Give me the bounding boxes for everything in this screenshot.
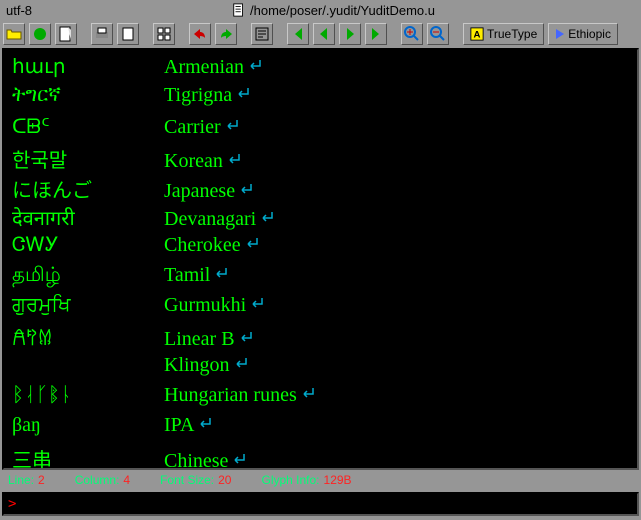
page-button[interactable] [117,23,139,45]
font-mode-label: TrueType [487,27,537,41]
native-script-cell: βaŋ [12,414,164,437]
save-button[interactable] [55,23,77,45]
script-name-cell: IPA [164,414,629,437]
line-break-icon [299,387,315,404]
script-name-cell: Tamil [164,264,629,287]
native-script-cell: 𐀁𐀰𐀔 [12,324,164,351]
status-column: Column:4 [75,473,130,487]
redo-button[interactable] [215,23,237,45]
script-mode-selector[interactable]: Ethiopic [548,23,618,45]
native-script-cell: հաւր [12,54,164,79]
text-row: ਗੁਰਮੁਖਿGurmukhi [12,294,629,324]
editor-area[interactable]: հաւրArmenianትግርኛTigrignaᑕᗸᑦCarrier한국말Kor… [2,48,639,470]
first-button[interactable] [287,23,309,45]
line-break-icon [243,237,259,254]
native-script-cell: 한국말 [12,144,164,173]
zoom-out-button[interactable] [427,23,449,45]
native-script-cell: ਗੁਰਮੁਖਿ [12,294,164,317]
native-script-cell: 三串 [12,444,164,470]
script-name-cell: Devanagari [164,208,629,231]
text-row: ᑕᗸᑦCarrier [12,114,629,144]
line-break-icon [232,357,248,374]
file-path-text: /home/poser/.yudit/YuditDemo.u [250,3,435,18]
text-row: βaŋIPA [12,414,629,444]
next-button[interactable] [339,23,361,45]
native-script-cell: にほんご [12,174,164,203]
font-mode-selector[interactable]: A TrueType [463,23,544,45]
native-script-cell: ᏣᎳᎩ [12,234,164,257]
prev-button[interactable] [313,23,335,45]
script-name-cell: Klingon [164,354,629,377]
grid-button[interactable] [153,23,175,45]
script-name-cell: Armenian [164,56,629,79]
direction-button[interactable] [251,23,273,45]
script-name-cell: Tigrigna [164,84,629,107]
play-icon [555,28,565,40]
line-break-icon [237,183,253,200]
status-line: Line:2 [8,473,45,487]
open-button[interactable] [3,23,25,45]
text-row: 三串Chinese [12,444,629,470]
zoom-in-button[interactable] [401,23,423,45]
record-button[interactable] [29,23,51,45]
script-name-cell: Carrier [164,116,629,139]
encoding-label: utf-8 [6,3,32,18]
toolbar: A TrueType Ethiopic [0,20,641,48]
script-name-cell: Chinese [164,450,629,470]
text-row: հաւրArmenian [12,54,629,84]
line-break-icon [196,417,212,434]
line-break-icon [237,331,253,348]
text-row: देवनागरीDevanagari [12,204,629,234]
native-script-cell: देवनागरी [12,204,164,231]
text-row: ᛒᛆᚴᛔᚿHungarian runes [12,384,629,414]
text-row: தமிழ்Tamil [12,264,629,294]
script-mode-label: Ethiopic [568,27,611,41]
line-break-icon [258,211,274,228]
line-break-icon [230,453,246,470]
line-break-icon [248,297,264,314]
native-script-cell: ᑕᗸᑦ [12,114,164,139]
status-bar: Line:2 Column:4 Font Size:20 Glyph Info:… [0,470,641,490]
font-icon: A [470,27,484,41]
line-break-icon [246,59,262,76]
line-break-icon [234,87,250,104]
status-fontsize: Font Size:20 [160,473,231,487]
script-name-cell: Cherokee [164,234,629,257]
line-break-icon [225,153,241,170]
text-row: 한국말Korean [12,144,629,174]
text-row: Klingon [12,354,629,384]
command-prompt: > [8,496,16,512]
script-name-cell: Linear B [164,328,629,351]
file-path: /home/poser/.yudit/YuditDemo.u [32,3,635,18]
document-icon [232,3,246,17]
script-name-cell: Hungarian runes [164,384,629,407]
status-glyph: Glyph Info:129B [261,473,351,487]
command-bar[interactable]: > [2,492,639,516]
text-row: ᏣᎳᎩCherokee [12,234,629,264]
undo-button[interactable] [189,23,211,45]
text-row: にほんごJapanese [12,174,629,204]
line-break-icon [212,267,228,284]
svg-text:A: A [474,30,481,41]
line-break-icon [223,119,239,136]
script-name-cell: Japanese [164,180,629,203]
text-row: 𐀁𐀰𐀔Linear B [12,324,629,354]
script-name-cell: Korean [164,150,629,173]
native-script-cell: தமிழ் [12,264,164,289]
native-script-cell: ትግርኛ [12,84,164,107]
native-script-cell: ᛒᛆᚴᛔᚿ [12,384,164,407]
title-bar: utf-8 /home/poser/.yudit/YuditDemo.u [0,0,641,20]
script-name-cell: Gurmukhi [164,294,629,317]
print-button[interactable] [91,23,113,45]
text-row: ትግርኛTigrigna [12,84,629,114]
last-button[interactable] [365,23,387,45]
